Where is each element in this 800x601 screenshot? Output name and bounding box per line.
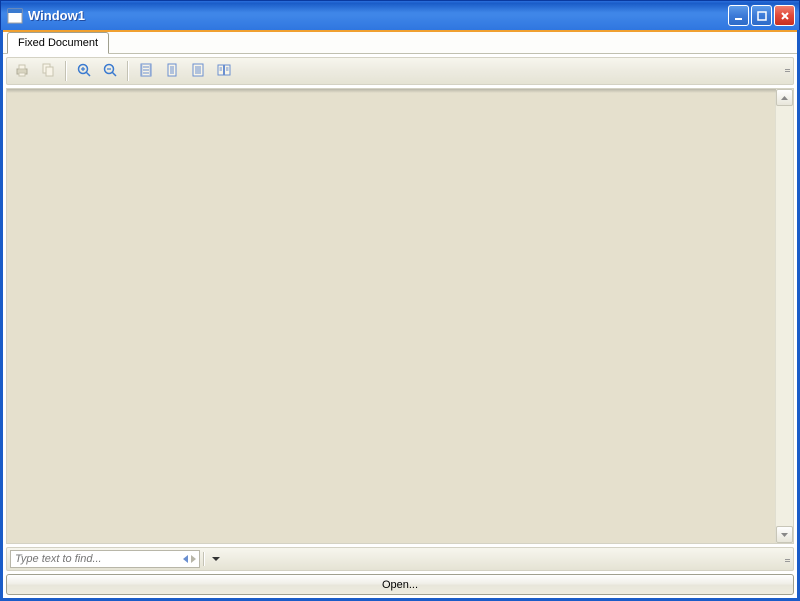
window-controls: [728, 5, 795, 26]
print-button[interactable]: [10, 60, 34, 82]
app-icon: [7, 8, 23, 24]
find-input[interactable]: [11, 553, 180, 565]
two-pages-icon: [216, 62, 232, 81]
actual-size-icon: [138, 62, 154, 81]
findbar-overflow[interactable]: [783, 551, 791, 569]
zoom-in-button[interactable]: [72, 60, 96, 82]
maximize-button[interactable]: [751, 5, 772, 26]
fit-page-button[interactable]: [160, 60, 184, 82]
find-toolbar: [6, 547, 794, 571]
fit-width-icon: [190, 62, 206, 81]
two-pages-button[interactable]: [212, 60, 236, 82]
fit-page-icon: [164, 62, 180, 81]
document-viewport[interactable]: [7, 89, 775, 543]
scroll-down-button[interactable]: [776, 526, 793, 543]
find-next-icon[interactable]: [191, 555, 196, 563]
scroll-track[interactable]: [776, 106, 793, 526]
scroll-up-button[interactable]: [776, 89, 793, 106]
vertical-scrollbar[interactable]: [775, 89, 793, 543]
fit-width-button[interactable]: [186, 60, 210, 82]
toolbar: [6, 57, 794, 85]
zoom-out-button[interactable]: [98, 60, 122, 82]
titlebar: Window1: [0, 0, 800, 30]
actual-size-button[interactable]: [134, 60, 158, 82]
toolbar-overflow[interactable]: [783, 61, 791, 79]
close-button[interactable]: [774, 5, 795, 26]
document-area: [6, 88, 794, 544]
print-icon: [14, 62, 30, 81]
open-button[interactable]: Open...: [6, 574, 794, 595]
copy-button[interactable]: [36, 60, 60, 82]
tab-fixed-document[interactable]: Fixed Document: [7, 32, 109, 54]
zoom-out-icon: [102, 62, 118, 81]
find-options-dropdown[interactable]: [212, 557, 220, 561]
copy-icon: [40, 62, 56, 81]
tab-strip: Fixed Document: [3, 30, 797, 54]
zoom-in-icon: [76, 62, 92, 81]
minimize-button[interactable]: [728, 5, 749, 26]
window-title: Window1: [28, 8, 85, 23]
find-previous-icon[interactable]: [183, 555, 188, 563]
